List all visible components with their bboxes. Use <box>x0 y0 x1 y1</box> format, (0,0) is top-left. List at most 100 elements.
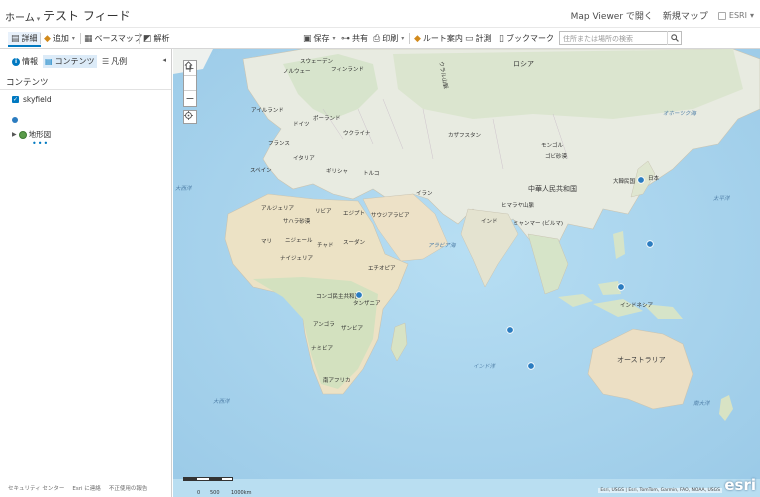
trust-center-link[interactable]: セキュリティ センター <box>8 484 64 492</box>
print-button[interactable]: ⎙ 印刷 ▾ <box>373 32 404 45</box>
collapse-panel-button[interactable]: ◂ <box>162 56 166 64</box>
report-abuse-link[interactable]: 不正使用の報告 <box>109 484 148 492</box>
map-attribution[interactable]: Esri, USGS | Esri, TomTom, Garmin, FAO, … <box>598 488 722 493</box>
share-button[interactable]: ⊶ 共有 <box>341 32 368 45</box>
search-button[interactable] <box>667 31 682 45</box>
new-map-link[interactable]: 新規マップ <box>663 9 708 22</box>
home-label: ホーム <box>5 13 35 24</box>
scale-label-500: 500 <box>210 490 220 496</box>
user-name: ESRI <box>728 11 747 20</box>
bookmark-icon: ▯ <box>499 33 504 44</box>
chevron-down-icon: ▾ <box>332 35 336 42</box>
zoom-out-button[interactable]: − <box>184 91 196 106</box>
skyfield-point[interactable] <box>646 240 654 248</box>
panel-tabs: i 情報 ▤ コンテンツ ☰ 凡例 <box>0 53 172 69</box>
chevron-down-icon: ▾ <box>749 11 754 20</box>
locate-button[interactable] <box>183 110 197 124</box>
tab-legend[interactable]: ☰ 凡例 <box>100 55 129 68</box>
contents-icon: ▤ <box>45 57 53 66</box>
print-icon: ⎙ <box>373 33 381 44</box>
add-layer-icon: ◆ <box>44 33 51 44</box>
scale-bar <box>183 477 233 481</box>
top-header: ホーム ▾ テスト フィード Map Viewer で開く 新規マップ ESRI … <box>0 0 760 28</box>
directions-icon: ◆ <box>414 33 421 44</box>
add-label: 追加 <box>52 34 69 43</box>
layer-item-skyfield[interactable]: ✓ skyfield <box>12 95 52 104</box>
legend-list-icon: ☰ <box>102 57 110 66</box>
bookmarks-button[interactable]: ▯ ブックマーク <box>499 32 554 45</box>
toolbar-divider <box>409 33 410 44</box>
more-options-icon[interactable]: ••• <box>32 139 49 148</box>
add-button[interactable]: ◆ 追加 ▾ <box>44 32 75 45</box>
save-icon: ▣ <box>303 33 312 44</box>
tab-contents[interactable]: ▤ コンテンツ <box>43 55 97 68</box>
scale-segment <box>184 478 197 480</box>
map-view[interactable]: ロシア スウェーデン ノルウェー フィンランド アイルランド ドイツ ポーランド… <box>173 49 760 497</box>
user-menu[interactable]: ESRI ▾ <box>717 11 754 20</box>
print-label: 印刷 <box>382 34 399 43</box>
user-icon <box>717 11 726 20</box>
directions-button[interactable]: ◆ ルート案内 <box>414 32 463 45</box>
expand-triangle-icon[interactable]: ▶ <box>12 131 17 138</box>
scale-label-1000: 1000km <box>231 490 252 496</box>
contact-esri-link[interactable]: Esri に連絡 <box>72 484 100 492</box>
save-label: 保存 <box>313 34 330 43</box>
basemap-gallery-icon: ▦ <box>84 33 93 44</box>
tab-legend-label: 凡例 <box>111 57 128 66</box>
scale-label-0: 0 <box>197 490 201 496</box>
footer-links: セキュリティ センター Esri に連絡 不正使用の報告 <box>8 484 147 492</box>
home-extent-button[interactable] <box>184 61 196 91</box>
home-icon <box>184 61 193 70</box>
chevron-down-icon: ▾ <box>401 35 405 42</box>
skyfield-point[interactable] <box>637 176 645 184</box>
tab-contents-label: コンテンツ <box>54 57 95 66</box>
toolbar-divider <box>139 33 140 44</box>
open-in-viewer-link[interactable]: Map Viewer で開く <box>571 9 653 22</box>
header-actions: Map Viewer で開く 新規マップ ESRI ▾ <box>571 9 754 22</box>
locate-icon <box>184 111 193 120</box>
tab-about[interactable]: i 情報 <box>10 55 40 68</box>
layer-visibility-checkbox[interactable]: ✓ <box>12 96 19 103</box>
analysis-label: 解析 <box>153 34 170 43</box>
details-button[interactable]: ▤ 詳細 <box>8 32 41 47</box>
side-panel: i 情報 ▤ コンテンツ ☰ 凡例 ◂ コンテンツ ✓ skyfield ▶ 地… <box>0 49 172 497</box>
measure-button[interactable]: ▭ 計測 <box>465 32 492 45</box>
search-input[interactable]: 住所または場所の検索 <box>559 31 682 45</box>
details-icon: ▤ <box>11 33 20 44</box>
details-label: 詳細 <box>21 34 38 43</box>
skyfield-point[interactable] <box>355 291 363 299</box>
measure-ruler-icon: ▭ <box>465 33 474 44</box>
info-icon: i <box>12 57 20 66</box>
share-link-icon: ⊶ <box>341 33 350 44</box>
map-toolbar: ▤ 詳細 ◆ 追加 ▾ ▦ ベースマップ ◩ 解析 ▣ 保存 ▾ ⊶ 共有 ⎙ 印刷… <box>0 28 760 49</box>
chevron-down-icon: ▾ <box>36 15 41 23</box>
page-title: テスト フィード <box>43 9 131 23</box>
search-icon <box>671 34 679 42</box>
scale-segment <box>209 478 222 480</box>
layer-name: skyfield <box>23 95 52 104</box>
directions-label: ルート案内 <box>422 34 463 43</box>
minus-icon: − <box>185 92 195 105</box>
skyfield-point[interactable] <box>617 283 625 291</box>
basemap-button[interactable]: ▦ ベースマップ <box>84 32 142 45</box>
chevron-left-icon: ◂ <box>162 56 166 64</box>
toolbar-divider <box>80 33 81 44</box>
divider <box>0 89 171 90</box>
analysis-icon: ◩ <box>143 33 152 44</box>
contents-heading: コンテンツ <box>6 78 49 88</box>
point-symbol-icon <box>12 117 18 123</box>
tab-about-label: 情報 <box>22 57 38 66</box>
basemap-label: ベースマップ <box>94 34 142 43</box>
globe-icon <box>18 130 27 139</box>
save-button[interactable]: ▣ 保存 ▾ <box>303 32 336 45</box>
skyfield-point[interactable] <box>506 326 514 334</box>
chevron-down-icon: ▾ <box>71 35 75 42</box>
esri-logo: esri <box>724 476 756 494</box>
toolbar-divider <box>40 33 41 44</box>
zoom-controls: + − <box>183 60 197 107</box>
home-menu[interactable]: ホーム ▾ <box>5 9 40 24</box>
measure-label: 計測 <box>475 34 492 43</box>
share-label: 共有 <box>352 34 368 43</box>
skyfield-point[interactable] <box>527 362 535 370</box>
analysis-button[interactable]: ◩ 解析 <box>143 32 170 45</box>
